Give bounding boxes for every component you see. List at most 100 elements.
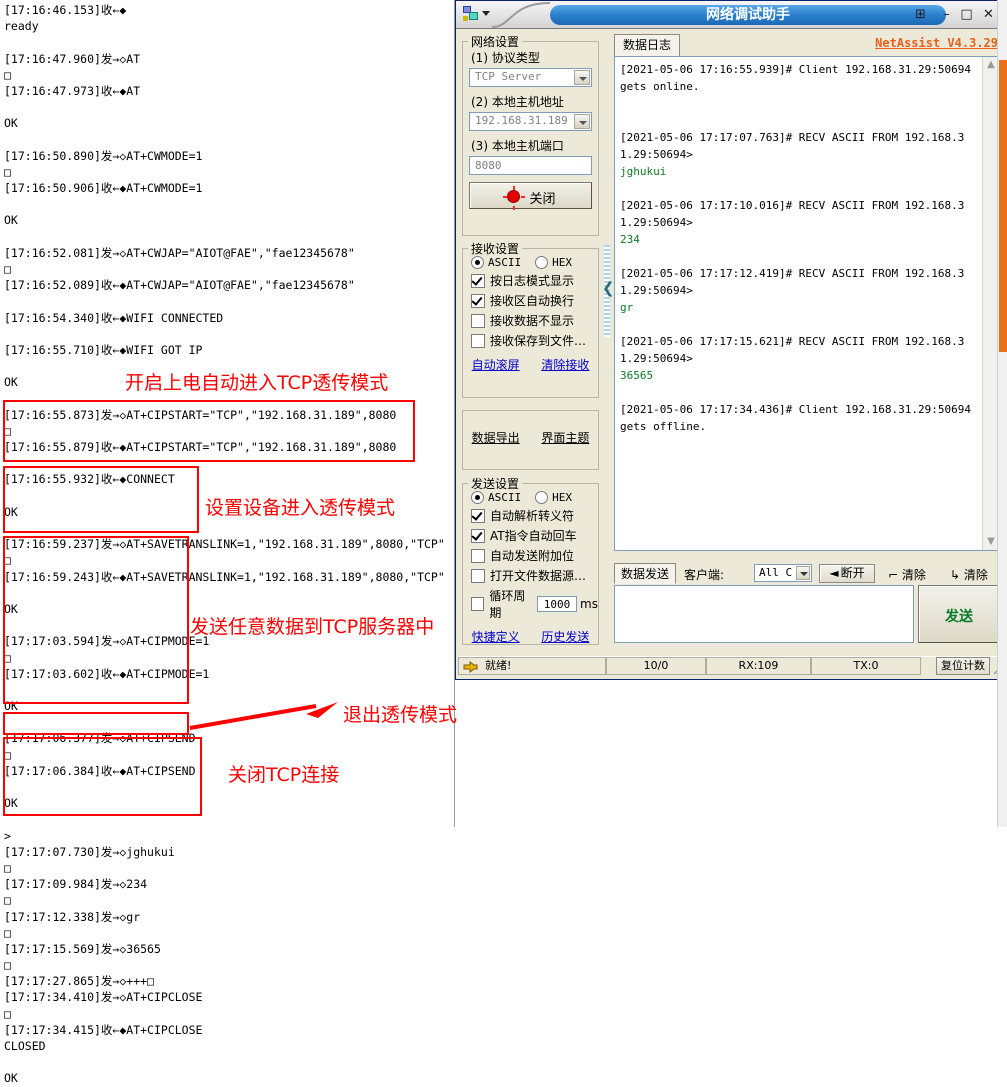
recv-autowrap-label: 接收区自动换行 [490, 294, 575, 308]
serial-log-line [4, 34, 448, 50]
auto-scroll-link[interactable]: 自动滚屏 [472, 358, 520, 372]
chevron-down-icon[interactable] [574, 114, 590, 129]
tab-data-send[interactable]: 数据发送 [614, 563, 677, 584]
data-log-content: [2021-05-06 17:16:55.939]# Client 192.16… [620, 61, 977, 469]
settings-column: 网络设置 (1) 协议类型 TCP Server (2) 本地主机地址 192.… [462, 33, 599, 645]
send-ascii-radio[interactable] [471, 491, 484, 504]
annotation-label-tcp-auto: 开启上电自动进入TCP透传模式 [125, 372, 389, 394]
serial-log-line: OK [4, 213, 18, 228]
status-tx: TX:0 [811, 657, 921, 675]
minimize-button[interactable]: – [939, 7, 954, 22]
collapse-left-icon[interactable]: ❮ [602, 280, 615, 296]
client-label: 客户端: [684, 568, 725, 582]
log-entry-spacer [620, 316, 977, 333]
clear-send-button[interactable]: ↳ 清除 [950, 566, 988, 583]
serial-log-line: [17:16:47.973]收←◆AT [4, 83, 141, 98]
log-entry-spacer [620, 248, 977, 265]
clear-receive-button[interactable]: ⌐ 清除 [888, 566, 926, 583]
serial-log-line: □ [4, 423, 11, 438]
netassist-window[interactable]: 网络调试助手 ⊞ – □ ✕ 网络设置 (1) 协议类型 TCP Server … [455, 0, 1007, 680]
window-title-bar[interactable]: 网络调试助手 ⊞ – □ ✕ [456, 1, 1006, 29]
tab-data-log[interactable]: 数据日志 [614, 34, 681, 56]
ui-theme-link[interactable]: 界面主题 [541, 431, 589, 445]
serial-log-line: [17:16:59.237]发→◇AT+SAVETRANSLINK=1,"192… [4, 537, 445, 552]
pin-window-icon[interactable]: ⊞ [913, 7, 928, 22]
recv-autowrap-checkbox[interactable] [471, 293, 485, 308]
status-bar: 就绪! 10/0 RX:109 TX:0 复位计数 [458, 656, 1004, 676]
serial-log-line [4, 326, 448, 342]
local-host-port-input[interactable]: 8080 [469, 156, 592, 175]
data-log-box[interactable]: [2021-05-06 17:16:55.939]# Client 192.16… [614, 56, 1000, 551]
serial-log-line: [17:16:50.906]收←◆AT+CWMODE=1 [4, 181, 203, 196]
send-at-newline-label: AT指令自动回车 [490, 529, 577, 543]
close-connection-button[interactable]: 关闭 [469, 182, 592, 210]
log-entry-header: [2021-05-06 17:17:07.763]# RECV ASCII FR… [620, 131, 965, 161]
serial-log-line: □ [4, 893, 11, 908]
history-send-link[interactable]: 历史发送 [541, 630, 589, 644]
send-cycle-input[interactable]: 1000 [537, 596, 578, 612]
send-open-file-source-checkbox[interactable] [471, 568, 485, 583]
disconnect-label: 断开 [840, 566, 865, 580]
local-host-address-select[interactable]: 192.168.31.189 [469, 112, 592, 131]
serial-log-line: [17:17:34.415]收←◆AT+CIPCLOSE [4, 1022, 203, 1037]
chevron-down-icon[interactable] [574, 70, 590, 85]
local-host-address-label: (2) 本地主机地址 [471, 95, 564, 109]
send-hex-radio[interactable] [535, 491, 549, 504]
maximize-button[interactable]: □ [959, 7, 974, 22]
serial-log-line: > [4, 828, 11, 843]
tools-group: 数据导出 界面主题 [462, 410, 599, 470]
page-scrollbar[interactable] [997, 0, 1007, 827]
send-input-textarea[interactable] [614, 585, 914, 643]
brand-version-link[interactable]: NetAssist V4.3.29 [875, 36, 998, 50]
send-button-label: 发送 [945, 609, 973, 625]
serial-log-line: [17:17:15.569]发→◇36565 [4, 941, 161, 956]
log-entry-body: jghukui [620, 165, 667, 178]
app-icon [463, 6, 478, 21]
data-export-link[interactable]: 数据导出 [472, 431, 520, 445]
recv-save-to-file-checkbox[interactable] [471, 333, 485, 348]
recv-log-mode-checkbox[interactable] [471, 273, 485, 288]
page-scrollbar-thumb[interactable] [999, 60, 1007, 352]
client-select[interactable]: All C [754, 564, 812, 582]
send-tab-strip: 数据发送 客户端: All C ◄ 断开 ⌐ 清除 ↳ 清除 [614, 563, 1000, 585]
serial-log-line: [17:17:27.865]发→◇+++□ [4, 974, 154, 989]
send-at-newline-checkbox[interactable] [471, 528, 485, 543]
send-cycle-checkbox[interactable] [471, 597, 485, 611]
annotation-arrow-exitmode [189, 702, 338, 730]
log-entry-body: 234 [620, 233, 640, 246]
serial-log-line: [17:16:55.710]收←◆WIFI GOT IP [4, 342, 203, 357]
serial-log-line: □ [4, 860, 11, 875]
disconnect-button[interactable]: ◄ 断开 [819, 564, 875, 583]
client-select-value: All C [759, 566, 793, 579]
serial-log-line [4, 682, 448, 698]
serial-log-line [4, 229, 448, 245]
serial-log-line: [17:17:03.602]收←◆AT+CIPMODE=1 [4, 666, 210, 681]
status-rx: RX:109 [706, 657, 811, 675]
receive-hex-radio[interactable] [535, 256, 549, 269]
send-button[interactable]: 发送 [918, 585, 1000, 643]
receive-ascii-radio[interactable] [471, 256, 484, 269]
chevron-down-icon[interactable] [796, 566, 810, 580]
reset-counter-button[interactable]: 复位计数 [936, 657, 990, 675]
send-cycle-unit: ms [580, 597, 598, 611]
close-button[interactable]: ✕ [981, 7, 996, 22]
serial-log-line: □ [4, 67, 11, 82]
annotation-label-exitmode: 退出透传模式 [343, 704, 458, 726]
recv-hide-data-checkbox[interactable] [471, 313, 485, 328]
protocol-type-select[interactable]: TCP Server [469, 68, 592, 87]
serial-log-line: [17:17:06.384]收←◆AT+CIPSEND [4, 763, 196, 778]
send-parse-escape-label: 自动解析转义符 [490, 509, 575, 523]
send-append-bits-checkbox[interactable] [471, 548, 485, 563]
serial-log-line [4, 99, 448, 115]
quick-define-link[interactable]: 快捷定义 [472, 630, 520, 644]
panel-splitter[interactable]: ❮ [602, 35, 615, 619]
system-menu-chevron-icon[interactable] [482, 11, 490, 16]
clear-receive-link[interactable]: 清除接收 [541, 358, 589, 372]
send-parse-escape-checkbox[interactable] [471, 508, 485, 523]
serial-log-pane[interactable]: [17:16:46.153]收←◆ ready [17:16:47.960]发→◇… [0, 0, 458, 1085]
send-open-file-source-label: 打开文件数据源… [490, 569, 587, 583]
serial-log-line: [17:16:52.081]发→◇AT+CWJAP="AIOT@FAE","fa… [4, 245, 355, 260]
serial-log-line: [17:17:12.338]发→◇gr [4, 909, 141, 924]
send-settings-group: 发送设置 ASCII HEX 自动解析转义符 AT指令自动回车 自动发送附加位 … [462, 475, 599, 645]
local-host-port-value: 8080 [475, 159, 502, 172]
